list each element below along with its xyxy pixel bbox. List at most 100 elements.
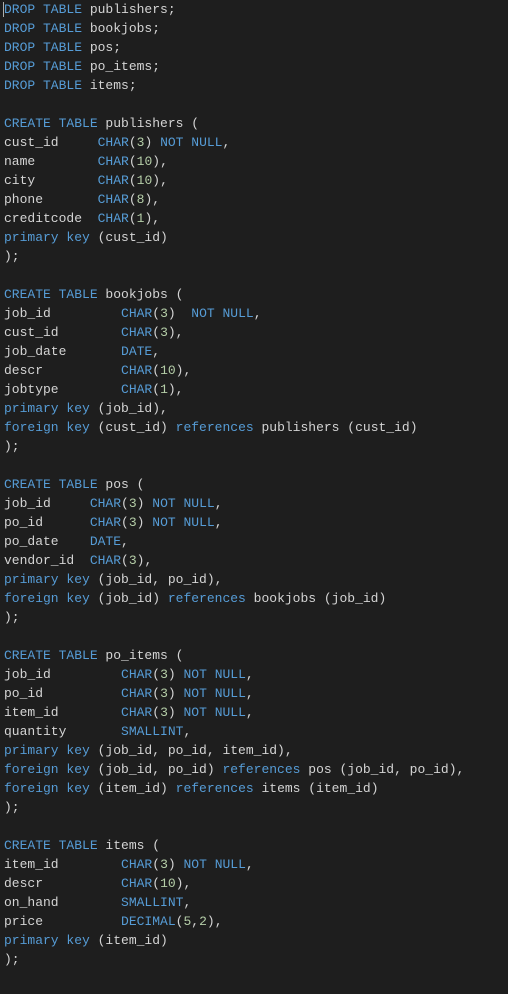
code-token: CHAR (121, 686, 152, 701)
code-token: (cust_id) (90, 230, 168, 245)
code-line[interactable]: price DECIMAL(5,2), (4, 912, 504, 931)
code-line[interactable]: CREATE TABLE bookjobs ( (4, 285, 504, 304)
code-line[interactable]: job_id CHAR(3) NOT NULL, (4, 665, 504, 684)
code-token: publishers ( (98, 116, 199, 131)
code-line[interactable]: po_id CHAR(3) NOT NULL, (4, 513, 504, 532)
code-line[interactable]: DROP TABLE items; (4, 76, 504, 95)
code-line[interactable]: DROP TABLE pos; (4, 38, 504, 57)
code-token: , (246, 705, 254, 720)
code-line[interactable]: cust_id CHAR(3) NOT NULL, (4, 133, 504, 152)
code-line[interactable]: DROP TABLE bookjobs; (4, 19, 504, 38)
code-line[interactable]: job_id CHAR(3) NOT NULL, (4, 494, 504, 513)
code-token: (job_id, po_id, item_id), (90, 743, 293, 758)
code-token: primary key (4, 572, 90, 587)
code-line[interactable]: jobtype CHAR(1), (4, 380, 504, 399)
code-line[interactable]: foreign key (job_id) references bookjobs… (4, 589, 504, 608)
code-token: phone (4, 192, 98, 207)
code-line[interactable] (4, 817, 504, 836)
code-line[interactable]: ); (4, 247, 504, 266)
code-token: ( (121, 515, 129, 530)
code-editor[interactable]: DROP TABLE publishers;DROP TABLE bookjob… (0, 0, 508, 969)
code-token: ), (176, 876, 192, 891)
code-token: ); (4, 800, 20, 815)
code-token: price (4, 914, 121, 929)
code-line[interactable]: cust_id CHAR(3), (4, 323, 504, 342)
code-line[interactable]: po_date DATE, (4, 532, 504, 551)
code-token: publishers; (82, 2, 176, 17)
code-token: primary key (4, 230, 90, 245)
code-line[interactable] (4, 266, 504, 285)
code-token: 10 (160, 363, 176, 378)
code-token: CREATE TABLE (4, 287, 98, 302)
code-line[interactable]: job_id CHAR(3) NOT NULL, (4, 304, 504, 323)
code-line[interactable]: vendor_id CHAR(3), (4, 551, 504, 570)
code-line[interactable]: ); (4, 608, 504, 627)
code-token: po_date (4, 534, 90, 549)
code-line[interactable]: primary key (job_id, po_id), (4, 570, 504, 589)
code-token: item_id (4, 705, 121, 720)
code-token: 3 (129, 496, 137, 511)
code-line[interactable]: primary key (cust_id) (4, 228, 504, 247)
code-line[interactable]: CREATE TABLE po_items ( (4, 646, 504, 665)
code-line[interactable]: primary key (item_id) (4, 931, 504, 950)
code-token: primary key (4, 743, 90, 758)
code-line[interactable]: CREATE TABLE pos ( (4, 475, 504, 494)
code-line[interactable]: creditcode CHAR(1), (4, 209, 504, 228)
code-token: (cust_id) (90, 420, 176, 435)
code-line[interactable]: foreign key (item_id) references items (… (4, 779, 504, 798)
code-line[interactable]: descr CHAR(10), (4, 874, 504, 893)
code-token: ), (207, 914, 223, 929)
code-line[interactable]: item_id CHAR(3) NOT NULL, (4, 703, 504, 722)
code-token: ), (137, 553, 153, 568)
code-line[interactable]: ); (4, 950, 504, 969)
code-token: CREATE TABLE (4, 648, 98, 663)
code-token: CHAR (98, 211, 129, 226)
code-line[interactable]: job_date DATE, (4, 342, 504, 361)
code-line[interactable]: item_id CHAR(3) NOT NULL, (4, 855, 504, 874)
code-token: name (4, 154, 98, 169)
code-line[interactable]: phone CHAR(8), (4, 190, 504, 209)
code-token: foreign key (4, 762, 90, 777)
code-token: 10 (137, 173, 153, 188)
code-token: ( (121, 553, 129, 568)
code-token: CHAR (90, 553, 121, 568)
code-line[interactable] (4, 456, 504, 475)
code-line[interactable]: CREATE TABLE items ( (4, 836, 504, 855)
code-line[interactable]: CREATE TABLE publishers ( (4, 114, 504, 133)
code-token: ), (152, 173, 168, 188)
code-line[interactable]: primary key (job_id), (4, 399, 504, 418)
code-token: NOT NULL (152, 515, 214, 530)
code-line[interactable]: name CHAR(10), (4, 152, 504, 171)
code-line[interactable]: foreign key (cust_id) references publish… (4, 418, 504, 437)
code-token: ); (4, 952, 20, 967)
code-token: primary key (4, 401, 90, 416)
code-token: item_id (4, 857, 121, 872)
code-line[interactable]: descr CHAR(10), (4, 361, 504, 380)
code-line[interactable] (4, 627, 504, 646)
code-line[interactable]: quantity SMALLINT, (4, 722, 504, 741)
code-token: references (222, 762, 300, 777)
code-token: ( (152, 705, 160, 720)
code-token: , (215, 515, 223, 530)
code-token: ) (168, 686, 184, 701)
code-line[interactable]: po_id CHAR(3) NOT NULL, (4, 684, 504, 703)
code-token: job_id (4, 667, 121, 682)
code-token: bookjobs; (82, 21, 160, 36)
code-token: on_hand (4, 895, 121, 910)
code-token: DROP TABLE (4, 59, 82, 74)
code-line[interactable]: DROP TABLE po_items; (4, 57, 504, 76)
code-line[interactable]: DROP TABLE publishers; (4, 0, 504, 19)
code-token: job_id (4, 496, 90, 511)
code-token: , (121, 534, 129, 549)
code-token: ); (4, 249, 20, 264)
code-line[interactable]: foreign key (job_id, po_id) references p… (4, 760, 504, 779)
code-line[interactable]: ); (4, 798, 504, 817)
code-token: DROP TABLE (4, 78, 82, 93)
code-line[interactable] (4, 95, 504, 114)
code-line[interactable]: primary key (job_id, po_id, item_id), (4, 741, 504, 760)
code-line[interactable]: on_hand SMALLINT, (4, 893, 504, 912)
code-line[interactable]: ); (4, 437, 504, 456)
code-token: CHAR (121, 667, 152, 682)
code-token: 10 (137, 154, 153, 169)
code-line[interactable]: city CHAR(10), (4, 171, 504, 190)
